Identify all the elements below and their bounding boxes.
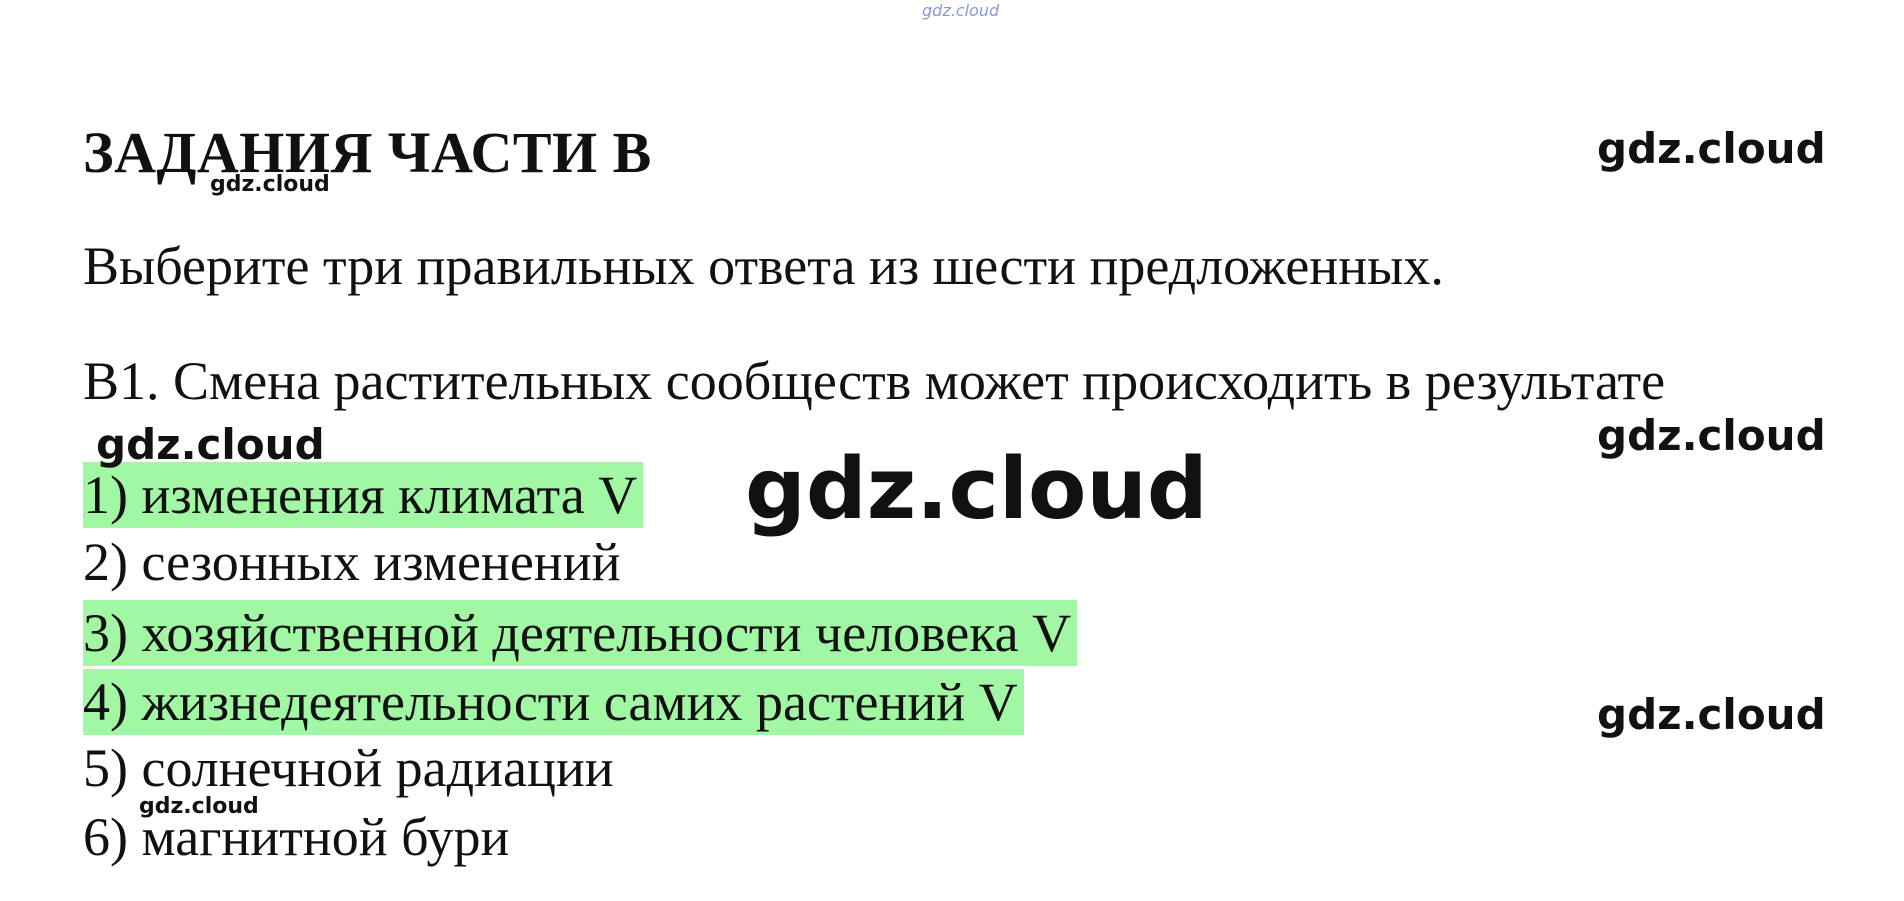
instruction-text: Выберите три правильных ответа из шести …	[83, 236, 1444, 296]
watermark-left: gdz.cloud	[96, 420, 325, 469]
question-text: В1. Смена растительных сообществ может п…	[83, 351, 1666, 411]
option-3: 3) хозяйственной деятельности человека V	[83, 600, 1078, 666]
option-1: 1) изменения климата V	[83, 462, 644, 528]
watermark-right-top: gdz.cloud	[1597, 124, 1826, 173]
watermark-small-bottom: gdz.cloud	[139, 794, 259, 819]
watermark-top: gdz.cloud	[922, 1, 1000, 20]
watermark-large-center: gdz.cloud	[745, 440, 1208, 539]
watermark-right-middle: gdz.cloud	[1597, 411, 1826, 460]
watermark-small-title: gdz.cloud	[210, 172, 330, 197]
watermark-right-bottom: gdz.cloud	[1597, 690, 1826, 739]
option-4: 4) жизнедеятельности самих растений V	[83, 669, 1024, 735]
answer-page: gdz.cloud ЗАДАНИЯ ЧАСТИ В Выберите три п…	[0, 0, 1904, 901]
option-5: 5) солнечной радиации	[83, 738, 614, 798]
option-2: 2) сезонных изменений	[83, 532, 621, 592]
part-title: ЗАДАНИЯ ЧАСТИ В	[83, 120, 652, 185]
